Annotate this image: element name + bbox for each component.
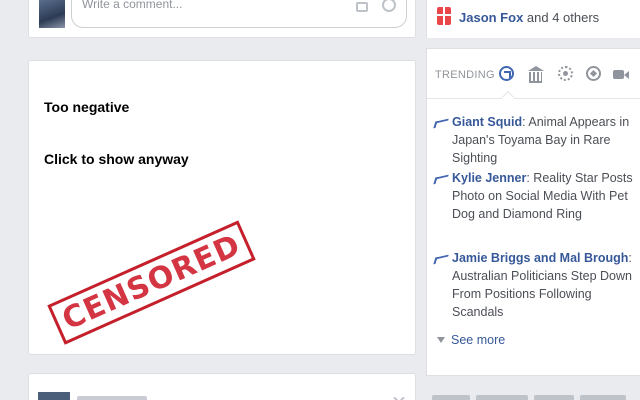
sports-icon[interactable] <box>586 66 601 81</box>
trending-arrow-icon <box>435 116 447 128</box>
friend-name-link[interactable]: Jason Fox <box>459 10 523 25</box>
avatar[interactable] <box>38 392 70 400</box>
trending-item-title[interactable]: Jamie Briggs and Mal Brough <box>452 251 628 265</box>
next-post-card <box>28 373 416 400</box>
trending-label: TRENDING <box>435 69 495 81</box>
trending-item[interactable]: Jamie Briggs and Mal Brough: Australian … <box>435 249 635 321</box>
entertainment-icon[interactable] <box>613 66 629 81</box>
trending-item[interactable]: Giant Squid: Animal Appears in Japan's T… <box>435 113 635 167</box>
friends-suffix: and 4 others <box>523 10 600 25</box>
footer-link[interactable] <box>476 395 528 400</box>
see-more-link[interactable]: See more <box>437 333 505 347</box>
science-icon[interactable] <box>558 66 573 81</box>
comment-input[interactable]: Write a comment... <box>71 0 407 28</box>
emoji-icon[interactable] <box>382 0 396 12</box>
birthday-card: Jason Fox and 4 others <box>426 0 640 38</box>
comment-composer: Write a comment... <box>28 0 416 38</box>
comment-placeholder: Write a comment... <box>82 0 183 11</box>
trending-item[interactable]: Kylie Jenner: Reality Star Posts Photo o… <box>435 169 635 223</box>
camera-icon[interactable] <box>356 2 368 12</box>
trending-item-title[interactable]: Kylie Jenner <box>452 171 526 185</box>
gift-icon <box>437 7 451 25</box>
politics-icon[interactable] <box>528 66 544 83</box>
post-author-placeholder <box>77 396 147 400</box>
friends-text: Jason Fox and 4 others <box>459 10 599 25</box>
censored-stamp: CENSORED <box>47 220 256 345</box>
trending-panel: TRENDING Giant Squid: Animal Appears in … <box>426 48 640 376</box>
see-more-label: See more <box>451 333 506 347</box>
trending-header: TRENDING <box>427 49 640 106</box>
show-anyway-link[interactable]: Click to show anyway <box>44 151 189 167</box>
caret-down-icon <box>437 337 445 343</box>
trending-item-text: Giant Squid: Animal Appears in Japan's T… <box>435 113 635 167</box>
censor-heading: Too negative <box>44 99 130 115</box>
censored-post-card: Too negative Click to show anyway CENSOR… <box>28 60 416 355</box>
footer-link[interactable] <box>534 395 574 400</box>
top-trends-icon[interactable] <box>499 66 514 81</box>
trending-arrow-icon <box>435 172 447 184</box>
avatar[interactable] <box>39 0 65 28</box>
footer-link[interactable] <box>580 395 626 400</box>
trending-item-text: Jamie Briggs and Mal Brough: Australian … <box>435 249 635 321</box>
censored-stamp-text: CENSORED <box>57 227 247 338</box>
footer-links <box>432 388 640 400</box>
footer-link[interactable] <box>432 395 470 400</box>
chevron-down-icon[interactable] <box>393 392 405 400</box>
trending-item-text: Kylie Jenner: Reality Star Posts Photo o… <box>435 169 635 223</box>
trending-item-title[interactable]: Giant Squid <box>452 115 522 129</box>
trending-arrow-icon <box>435 252 447 264</box>
tab-indicator <box>500 90 516 106</box>
